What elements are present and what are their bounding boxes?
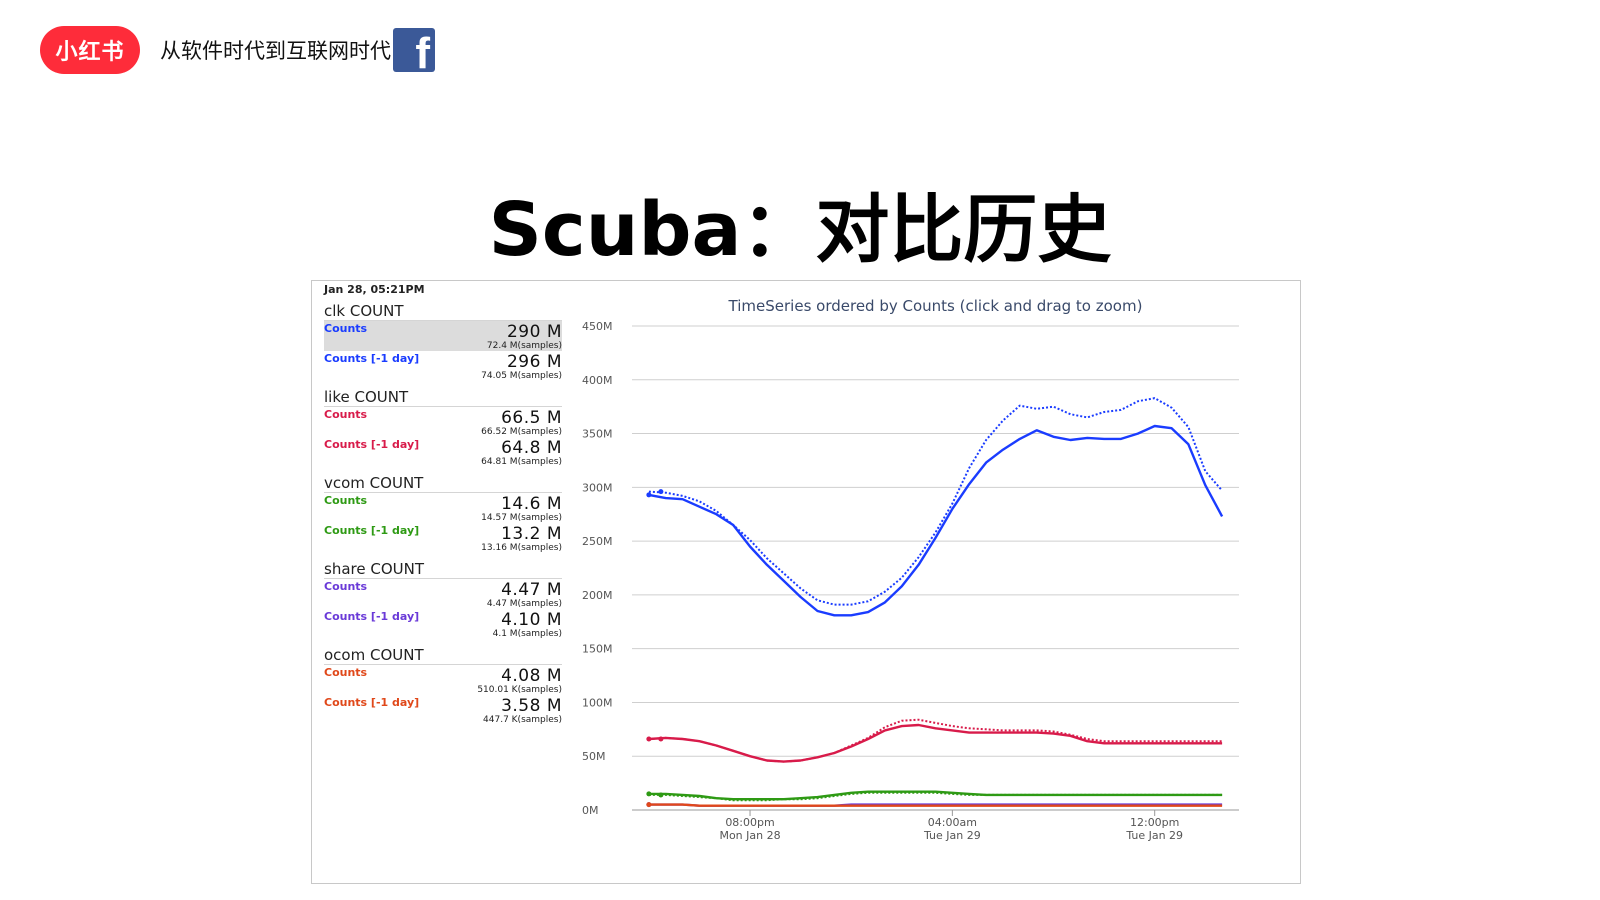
count-value: 66.5 M bbox=[501, 408, 562, 428]
y-tick-label: 50M bbox=[582, 750, 606, 763]
metric-block: vcom COUNT Counts 14.6 M 14.57 M(samples) Co… bbox=[324, 475, 562, 561]
metric-title: like COUNT bbox=[324, 389, 562, 407]
metric-block: share COUNT Counts 4.47 M 4.47 M(samples) Co… bbox=[324, 561, 562, 647]
scuba-panel: Jan 28, 05:21PM clk COUNT Counts 290 M 72.4… bbox=[311, 280, 1301, 884]
samples-value: 4.47 M(samples) bbox=[486, 599, 562, 609]
count-value: 290 M bbox=[506, 322, 562, 342]
metric-block: ocom COUNT Counts 4.08 M 510.01 K(samples) C… bbox=[324, 647, 562, 733]
series-marker-0 bbox=[646, 492, 652, 498]
chart-canvas[interactable]: TimeSeries ordered by Counts (click and … bbox=[574, 289, 1290, 874]
y-tick-label: 250M bbox=[582, 535, 613, 548]
y-tick-label: 450M bbox=[582, 320, 613, 333]
samples-value: 510.01 K(samples) bbox=[477, 685, 562, 695]
x-tick-time: 04:00am bbox=[928, 816, 977, 829]
samples-value: 14.57 M(samples) bbox=[481, 513, 562, 523]
metric-row[interactable]: Counts [-1 day] 3.58 M 447.7 K(samples) bbox=[324, 695, 562, 725]
count-value: 4.47 M bbox=[501, 580, 562, 600]
metric-row[interactable]: Counts [-1 day] 13.2 M 13.16 M(samples) bbox=[324, 523, 562, 553]
y-tick-label: 100M bbox=[582, 696, 613, 709]
count-value: 64.8 M bbox=[501, 438, 562, 458]
count-value: 296 M bbox=[506, 352, 562, 372]
chart-title: TimeSeries ordered by Counts (click and … bbox=[728, 297, 1143, 315]
count-value: 14.6 M bbox=[501, 494, 562, 514]
x-tick-time: 08:00pm bbox=[725, 816, 774, 829]
series-label[interactable]: Counts [-1 day] bbox=[324, 610, 419, 623]
timestamp: Jan 28, 05:21PM bbox=[324, 283, 425, 296]
metric-row[interactable]: Counts 290 M 72.4 M(samples) bbox=[324, 321, 562, 351]
metric-title: share COUNT bbox=[324, 561, 562, 579]
series-label[interactable]: Counts [-1 day] bbox=[324, 438, 419, 451]
series-label[interactable]: Counts bbox=[324, 494, 367, 507]
samples-value: 4.1 M(samples) bbox=[492, 629, 562, 639]
series-marker-5 bbox=[658, 792, 664, 798]
slide-title: Scuba：对比历史 bbox=[488, 187, 1112, 273]
series-label[interactable]: Counts bbox=[324, 322, 367, 335]
count-value: 4.08 M bbox=[501, 666, 562, 686]
samples-value: 13.16 M(samples) bbox=[481, 543, 562, 553]
x-tick-date: Tue Jan 29 bbox=[923, 829, 981, 842]
series-marker-1 bbox=[658, 489, 664, 495]
metric-row[interactable]: Counts [-1 day] 296 M 74.05 M(samples) bbox=[324, 351, 562, 381]
count-value: 3.58 M bbox=[501, 696, 562, 716]
series-line-4 bbox=[648, 790, 1223, 801]
series-label[interactable]: Counts [-1 day] bbox=[324, 352, 419, 365]
series-line-0 bbox=[648, 424, 1224, 617]
xiaohongshu-logo: 小红书 bbox=[40, 26, 140, 74]
metric-title: clk COUNT bbox=[324, 303, 562, 321]
samples-value: 74.05 M(samples) bbox=[481, 371, 562, 381]
metric-row[interactable]: Counts 4.47 M 4.47 M(samples) bbox=[324, 579, 562, 609]
top-bar: 小红书 从软件时代到互联网时代 f bbox=[40, 26, 435, 74]
metric-row[interactable]: Counts 14.6 M 14.57 M(samples) bbox=[324, 493, 562, 523]
series-marker-3 bbox=[658, 736, 664, 742]
metric-title: ocom COUNT bbox=[324, 647, 562, 665]
y-tick-label: 150M bbox=[582, 643, 613, 656]
x-tick-date: Tue Jan 29 bbox=[1125, 829, 1183, 842]
series-label[interactable]: Counts [-1 day] bbox=[324, 524, 419, 537]
samples-value: 64.81 M(samples) bbox=[481, 457, 562, 467]
series-line-3 bbox=[648, 718, 1223, 763]
y-tick-label: 200M bbox=[582, 589, 613, 602]
samples-value: 66.52 M(samples) bbox=[481, 427, 562, 437]
metric-row[interactable]: Counts [-1 day] 4.10 M 4.1 M(samples) bbox=[324, 609, 562, 639]
y-tick-label: 0M bbox=[582, 804, 599, 817]
metric-row[interactable]: Counts [-1 day] 64.8 M 64.81 M(samples) bbox=[324, 437, 562, 467]
count-value: 4.10 M bbox=[501, 610, 562, 630]
metric-block: like COUNT Counts 66.5 M 66.52 M(samples) Co… bbox=[324, 389, 562, 475]
y-tick-label: 400M bbox=[582, 374, 613, 387]
series-line-1 bbox=[648, 397, 1223, 606]
series-label[interactable]: Counts bbox=[324, 408, 367, 421]
y-tick-label: 350M bbox=[582, 428, 613, 441]
y-tick-label: 300M bbox=[582, 481, 613, 494]
series-label[interactable]: Counts bbox=[324, 580, 367, 593]
samples-value: 447.7 K(samples) bbox=[483, 715, 562, 725]
header-subtitle: 从软件时代到互联网时代 bbox=[160, 39, 391, 63]
x-tick-time: 12:00pm bbox=[1130, 816, 1179, 829]
timeseries-chart[interactable]: TimeSeries ordered by Counts (click and … bbox=[574, 289, 1290, 874]
x-tick-date: Mon Jan 28 bbox=[719, 829, 780, 842]
series-marker-7 bbox=[646, 802, 652, 808]
series-line-7 bbox=[648, 803, 1223, 807]
samples-value: 72.4 M(samples) bbox=[486, 341, 562, 351]
facebook-icon: f bbox=[393, 28, 435, 72]
metric-row[interactable]: Counts 4.08 M 510.01 K(samples) bbox=[324, 665, 562, 695]
metric-title: vcom COUNT bbox=[324, 475, 562, 493]
count-value: 13.2 M bbox=[501, 524, 562, 544]
metric-block: clk COUNT Counts 290 M 72.4 M(samples) Count… bbox=[324, 303, 562, 389]
series-label[interactable]: Counts [-1 day] bbox=[324, 696, 419, 709]
metric-row[interactable]: Counts 66.5 M 66.52 M(samples) bbox=[324, 407, 562, 437]
series-label[interactable]: Counts bbox=[324, 666, 367, 679]
